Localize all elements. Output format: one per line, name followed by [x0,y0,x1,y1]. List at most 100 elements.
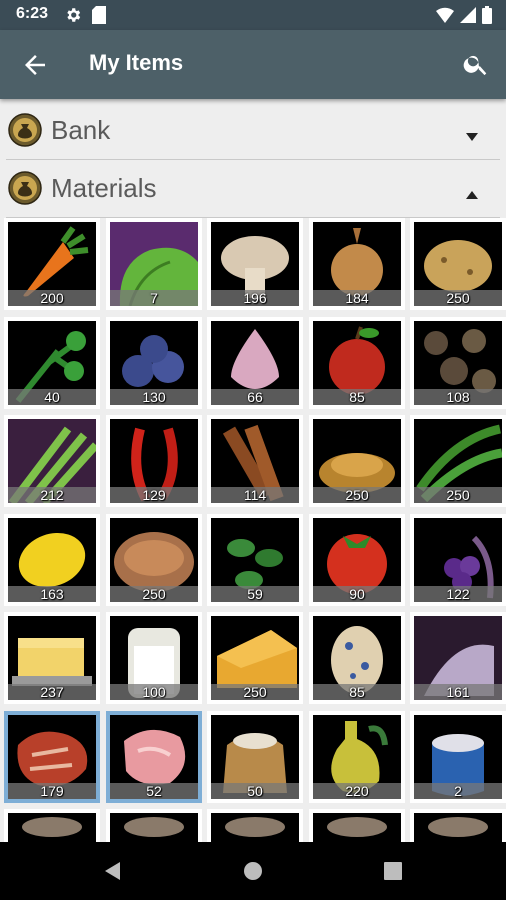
money-bag-icon [8,113,42,147]
item-cell[interactable]: 122 [410,514,506,606]
page-title: My Items [89,50,184,75]
item-cell[interactable]: 250 [207,612,303,704]
money-bag-icon [8,171,42,205]
item-tile: 184 [313,222,401,306]
section-header-bank[interactable]: Bank [0,102,506,160]
item-tile: 250 [313,419,401,503]
item-tile: 200 [8,222,96,306]
item-cell[interactable]: 250 [410,415,506,507]
item-cell[interactable] [410,809,506,842]
back-triangle-icon[interactable] [101,859,125,883]
item-tile [110,813,198,842]
item-cell[interactable]: 163 [4,514,100,606]
item-cell[interactable]: 250 [106,514,202,606]
item-tile: 237 [8,616,96,700]
item-cell[interactable] [207,809,303,842]
item-cell[interactable]: 114 [207,415,303,507]
item-quantity: 161 [446,684,470,700]
item-quantity: 85 [349,684,365,700]
wifi-icon [436,7,454,27]
item-quantity: 212 [40,487,64,503]
items-list[interactable]: Bank Materials 200 7 196 184 250 40 130 66 85 108… [0,99,506,842]
item-quantity: 2 [454,783,462,799]
item-cell[interactable]: 85 [309,317,405,409]
section-header-materials[interactable]: Materials [0,160,506,218]
item-tile: 85 [313,321,401,405]
chevron-down-icon[interactable] [466,126,478,141]
item-quantity: 250 [446,290,470,306]
item-cell[interactable]: 250 [309,415,405,507]
item-cell[interactable]: 108 [410,317,506,409]
item-quantity: 237 [40,684,64,700]
item-cell[interactable]: 2 [410,711,506,803]
item-cell[interactable]: 184 [309,218,405,310]
item-quantity: 220 [345,783,369,799]
item-tile: 250 [110,518,198,602]
item-tile: 108 [414,321,502,405]
item-cell[interactable]: 196 [207,218,303,310]
item-tile: 196 [211,222,299,306]
item-quantity: 59 [247,586,263,602]
item-tile: 50 [211,715,299,799]
item-tile: 212 [8,419,96,503]
item-cell[interactable]: 59 [207,514,303,606]
item-cell[interactable]: 7 [106,218,202,310]
item-cell[interactable]: 212 [4,415,100,507]
item-tile [414,813,502,842]
item-tile: 250 [414,222,502,306]
recents-square-icon[interactable] [381,859,405,883]
item-cell[interactable]: 220 [309,711,405,803]
item-quantity: 250 [345,487,369,503]
item-quantity: 196 [243,290,267,306]
item-cell[interactable]: 200 [4,218,100,310]
battery-icon [482,6,492,28]
item-quantity: 130 [142,389,166,405]
item-tile: 179 [8,715,96,799]
item-quantity: 184 [345,290,369,306]
item-tile: 250 [414,419,502,503]
item-cell[interactable]: 179 [4,711,100,803]
item-cell[interactable]: 50 [207,711,303,803]
item-cell[interactable] [309,809,405,842]
sd-card-icon [92,6,106,28]
item-cell[interactable]: 129 [106,415,202,507]
item-tile: 100 [110,616,198,700]
item-tile: 220 [313,715,401,799]
item-cell[interactable]: 66 [207,317,303,409]
item-cell[interactable] [4,809,100,842]
item-tile: 122 [414,518,502,602]
chevron-up-icon[interactable] [466,184,478,199]
item-cell[interactable]: 161 [410,612,506,704]
search-button[interactable] [462,50,490,78]
item-quantity: 52 [146,783,162,799]
item-cell[interactable] [106,809,202,842]
home-circle-icon[interactable] [241,859,265,883]
item-cell[interactable]: 130 [106,317,202,409]
item-cell[interactable]: 100 [106,612,202,704]
item-quantity: 250 [243,684,267,700]
item-cell[interactable]: 40 [4,317,100,409]
item-tile: 2 [414,715,502,799]
item-quantity: 129 [142,487,166,503]
item-tile: 161 [414,616,502,700]
item-tile: 59 [211,518,299,602]
item-quantity: 122 [446,586,470,602]
item-tile: 66 [211,321,299,405]
item-tile: 130 [110,321,198,405]
back-button[interactable] [20,50,50,80]
section-label-bank: Bank [51,115,111,145]
item-cell[interactable]: 52 [106,711,202,803]
item-quantity: 85 [349,389,365,405]
gear-icon [64,6,82,28]
item-cell[interactable]: 90 [309,514,405,606]
item-cell[interactable]: 237 [4,612,100,704]
item-quantity: 114 [243,487,267,503]
item-quantity: 250 [446,487,470,503]
item-tile [211,813,299,842]
item-cell[interactable]: 250 [410,218,506,310]
status-time: 6:23 [16,5,49,22]
status-bar: 6:23 [0,0,506,30]
item-cell[interactable]: 85 [309,612,405,704]
item-quantity: 163 [40,586,64,602]
item-quantity: 100 [142,684,166,700]
